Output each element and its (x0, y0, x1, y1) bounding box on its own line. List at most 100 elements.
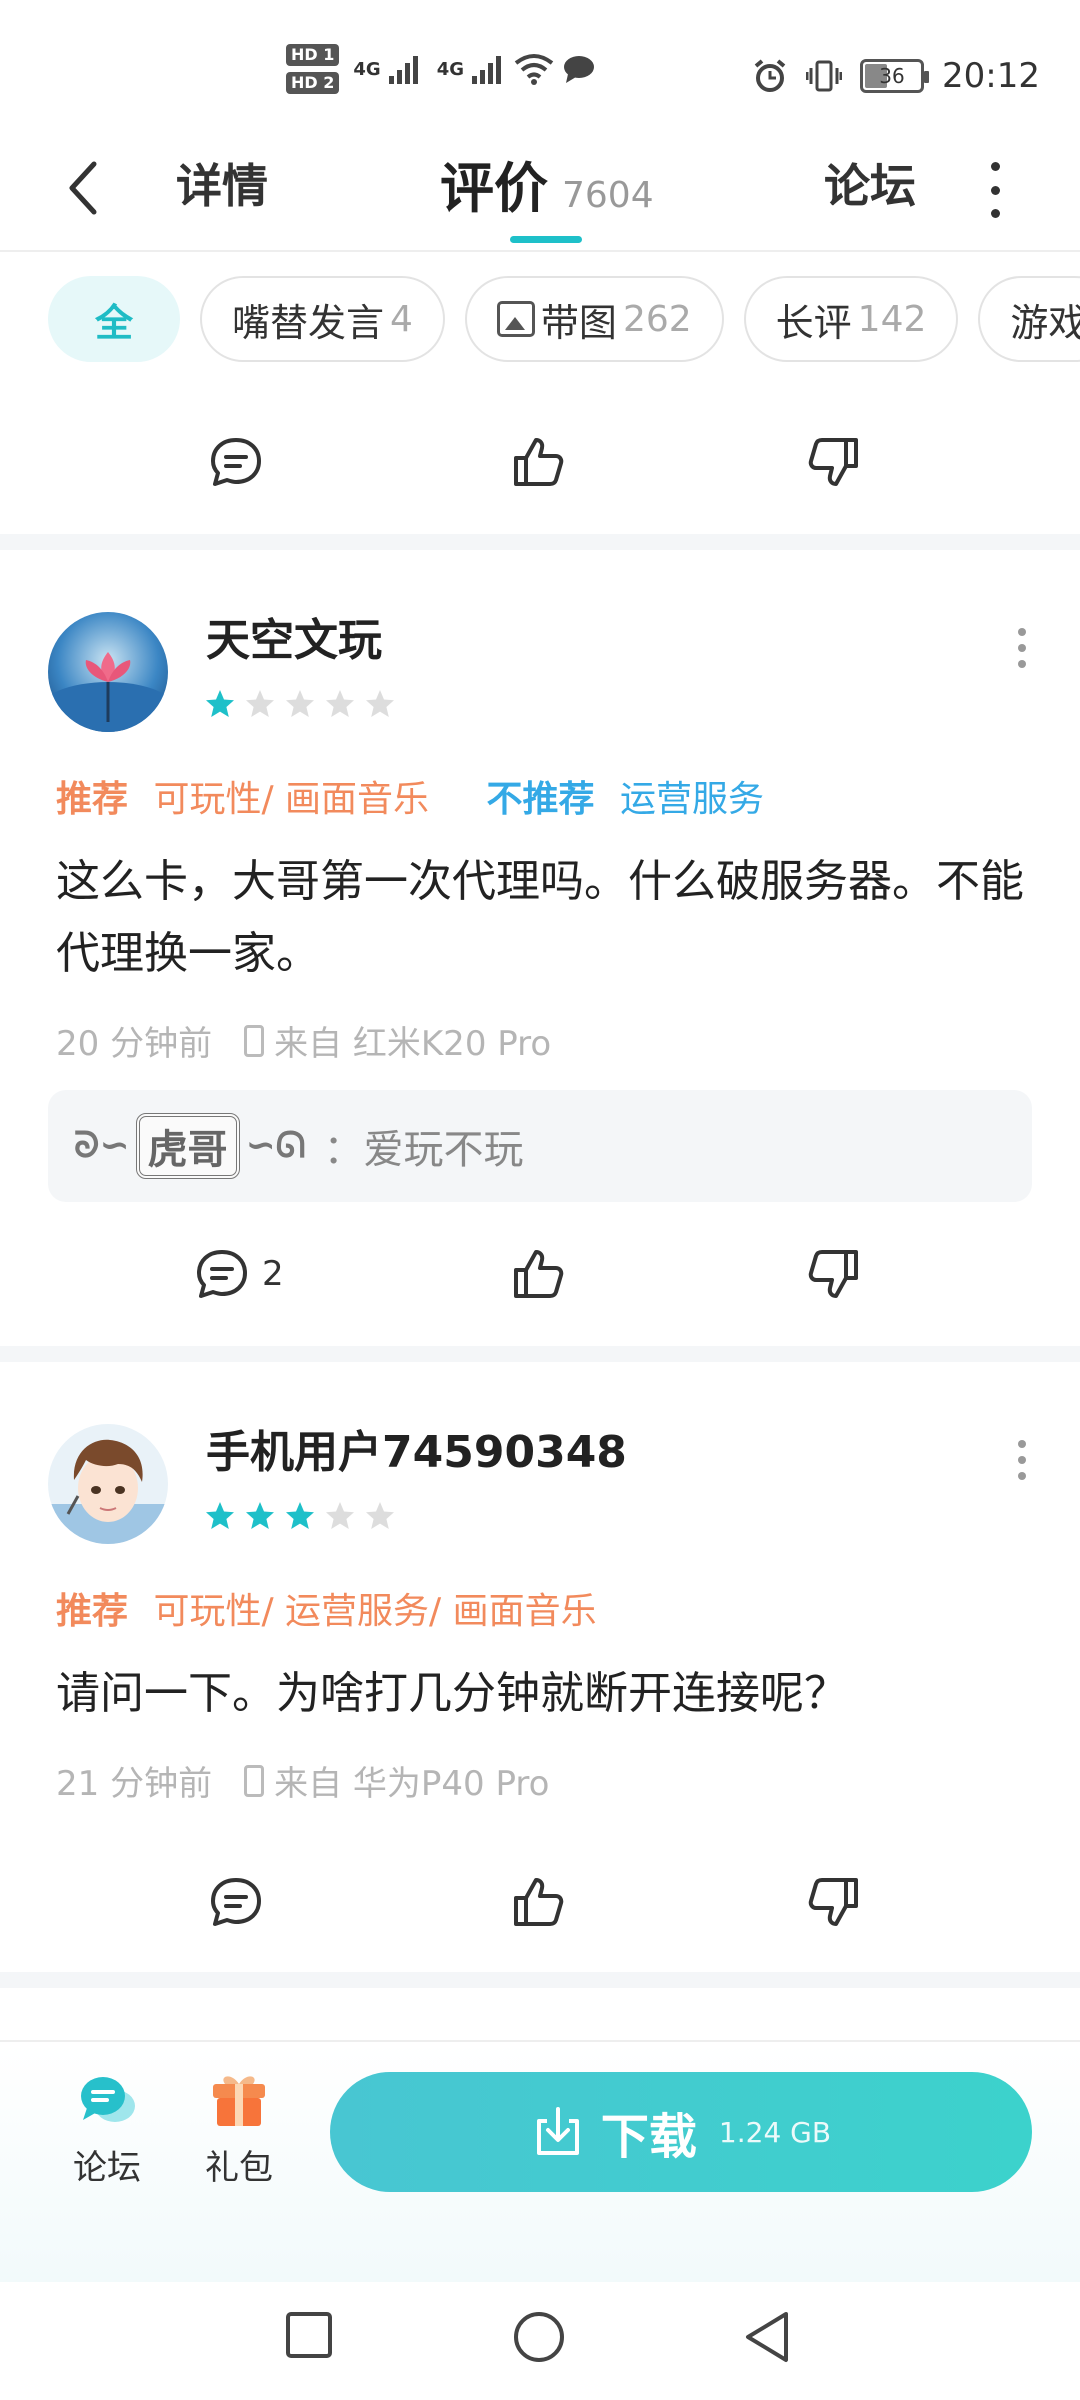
back-button[interactable] (60, 156, 108, 220)
chevron-left-icon (69, 161, 97, 215)
download-size: 1.24 GB (718, 2115, 832, 2149)
section-divider (0, 1972, 1080, 1988)
comment-button[interactable] (206, 1862, 266, 1942)
dislike-button[interactable] (804, 1862, 864, 1942)
like-button[interactable] (508, 422, 568, 502)
star-filled-icon (286, 1502, 314, 1529)
star-filled-icon (206, 1502, 234, 1529)
star-empty-icon (326, 690, 354, 717)
vibrate-icon (806, 60, 843, 92)
tab-detail[interactable]: 详情 (176, 150, 268, 216)
recommend-label: 推荐 (56, 779, 129, 820)
recommend-items: 可玩性/ 运营服务/ 画面音乐 (153, 1591, 597, 1632)
recommend-items: 可玩性/ 画面音乐 (153, 779, 430, 820)
dislike-button[interactable] (804, 1234, 864, 1314)
gift-icon (213, 2076, 265, 2126)
star-filled-icon (206, 690, 234, 717)
thumbs-up-icon (514, 1878, 564, 1926)
section-divider (0, 534, 1080, 550)
review-actions-prev (0, 422, 1080, 502)
gift-button[interactable]: 礼包 (184, 2072, 294, 2189)
review-more-button[interactable] (1012, 628, 1032, 668)
like-button[interactable] (508, 1862, 568, 1942)
not-recommend-items: 运营服务 (619, 779, 764, 820)
reply-author-badge: ᘐ∽ 虎哥 ∽ᘏ (74, 1113, 306, 1179)
phone-icon (244, 1764, 265, 1797)
status-right: 36 20:12 (752, 56, 1040, 96)
active-tab-indicator (510, 236, 582, 243)
circle-icon (514, 2312, 564, 2362)
recents-button[interactable] (284, 2310, 334, 2364)
thumbs-down-icon (808, 1250, 858, 1298)
filter-chip-game[interactable]: 游戏 (978, 276, 1080, 362)
avatar[interactable] (48, 1424, 168, 1544)
review-actions: 2 (0, 1234, 1080, 1314)
review-meta: 20 分钟前 来自 红米K20 Pro (56, 1016, 551, 1065)
forum-label: 论坛 (73, 2148, 141, 2188)
thumbs-down-icon (808, 1878, 858, 1926)
review-device: 来自 红米K20 Pro (274, 1024, 552, 1064)
dislike-button[interactable] (804, 422, 864, 502)
thumbs-up-icon (514, 1250, 564, 1298)
network1-label: 4G (353, 58, 381, 80)
star-rating (204, 1500, 396, 1532)
square-icon (286, 2312, 332, 2358)
thumbs-up-icon (514, 438, 564, 486)
network2-label: 4G (436, 58, 464, 80)
forum-button[interactable]: 论坛 (52, 2072, 162, 2189)
download-button[interactable]: 下载 1.24 GB (330, 2072, 1032, 2192)
review-more-button[interactable] (1012, 1440, 1032, 1480)
message-icon (564, 56, 594, 83)
review-text[interactable]: 这么卡，大哥第一次代理吗。什么破服务器。不能代理换一家。 (56, 846, 1036, 990)
hd2-badge: HD 2 (286, 72, 340, 94)
filter-count: 142 (857, 298, 927, 340)
filter-label: 带图 (540, 300, 617, 345)
thumbs-down-icon (808, 438, 858, 486)
back-nav-button[interactable] (742, 2310, 792, 2368)
image-icon (496, 301, 535, 337)
review-meta: 21 分钟前 来自 华为P40 Pro (56, 1756, 549, 1805)
review-time: 21 分钟前 (56, 1764, 213, 1804)
forum-icon (81, 2077, 135, 2122)
filter-chip-long[interactable]: 长评 142 (743, 276, 959, 362)
review-tags: 推荐 可玩性/ 运营服务/ 画面音乐 (56, 1582, 597, 1634)
status-bar: HD 1 HD 2 4G 4G 36 20:12 (0, 0, 1080, 128)
developer-reply[interactable]: ᘐ∽ 虎哥 ∽ᘏ ：爱玩不玩 (48, 1090, 1032, 1202)
home-button[interactable] (512, 2310, 566, 2368)
avatar[interactable] (48, 612, 168, 732)
comment-button[interactable]: 2 (192, 1234, 284, 1314)
star-empty-icon (286, 690, 314, 717)
filter-count: 4 (390, 298, 413, 340)
download-icon (536, 2107, 579, 2155)
filter-chip-mouthpiece[interactable]: 嘴替发言 4 (200, 276, 445, 362)
status-left: HD 1 HD 2 4G 4G (286, 44, 596, 94)
tab-review[interactable]: 评价 7604 (440, 144, 654, 223)
comment-count: 2 (262, 1254, 284, 1294)
filter-label: 游戏 (1010, 300, 1080, 345)
review-tags: 推荐 可玩性/ 画面音乐 不推荐 运营服务 (56, 770, 764, 822)
phone-icon (244, 1024, 265, 1057)
reply-text: ：爱玩不玩 (323, 1127, 524, 1173)
triangle-back-icon (746, 2312, 788, 2362)
hd1-badge: HD 1 (286, 44, 340, 66)
filter-chip-all[interactable]: 全 (48, 276, 180, 362)
download-label: 下载 (600, 2109, 697, 2165)
review-time: 20 分钟前 (56, 1024, 213, 1064)
battery-level: 36 (879, 64, 905, 88)
filter-chip-with-images[interactable]: 带图 262 (464, 276, 724, 362)
recommend-label: 推荐 (56, 1591, 129, 1632)
like-button[interactable] (508, 1234, 568, 1314)
star-empty-icon (366, 1502, 394, 1529)
comment-button[interactable] (206, 422, 266, 502)
filter-label: 长评 (775, 300, 852, 345)
review-actions (0, 1862, 1080, 1942)
review-text[interactable]: 请问一下。为啥打几分钟就断开连接呢？ (56, 1658, 1036, 1730)
more-options-button[interactable] (980, 162, 1010, 218)
gift-label: 礼包 (205, 2148, 273, 2188)
comment-icon (211, 1878, 261, 1926)
star-empty-icon (366, 690, 394, 717)
review-device: 来自 华为P40 Pro (274, 1764, 550, 1804)
username[interactable]: 手机用户74590348 (206, 1416, 627, 1480)
tab-forum[interactable]: 论坛 (824, 150, 916, 216)
username[interactable]: 天空文玩 (206, 604, 382, 668)
